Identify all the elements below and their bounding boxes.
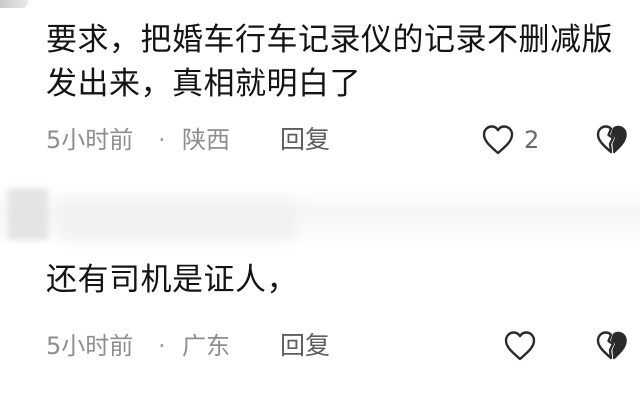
avatar-fragment bbox=[0, 0, 28, 8]
comment-text: 还有司机是证人， bbox=[46, 262, 298, 298]
like-button[interactable] bbox=[502, 328, 538, 364]
dislike-button[interactable] bbox=[594, 122, 630, 158]
broken-heart-icon bbox=[596, 331, 627, 360]
comment-text: 要求，把婚车行车记录仪的记录不删减版发出来，真相就明白了 bbox=[46, 22, 613, 102]
reply-button[interactable]: 回复 bbox=[280, 326, 330, 366]
blurred-username bbox=[60, 200, 296, 240]
like-count: 2 bbox=[524, 126, 540, 154]
reply-button[interactable]: 回复 bbox=[280, 120, 330, 160]
like-button[interactable] bbox=[480, 122, 516, 158]
comment-meta-row: 5小时前 · 广东 回复 bbox=[0, 326, 640, 366]
meta-separator: · bbox=[158, 332, 166, 360]
heart-outline-icon bbox=[504, 331, 536, 361]
comment-time: 5小时前 bbox=[46, 126, 134, 154]
comment-location: 陕西 bbox=[182, 126, 230, 154]
comment-time: 5小时前 bbox=[46, 332, 134, 360]
comment-meta-row: 5小时前 · 陕西 回复 2 bbox=[0, 120, 640, 160]
meta-separator: · bbox=[158, 126, 166, 154]
comment-item: 要求，把婚车行车记录仪的记录不删减版发出来，真相就明白了 5小时前 · 陕西 回… bbox=[0, 18, 640, 160]
heart-outline-icon bbox=[482, 125, 514, 155]
comment-location: 广东 bbox=[182, 332, 230, 360]
blurred-avatar bbox=[8, 188, 48, 240]
dislike-button[interactable] bbox=[594, 328, 630, 364]
comment-item: 还有司机是证人， 5小时前 · 广东 回复 bbox=[0, 258, 640, 366]
comment-section: 要求，把婚车行车记录仪的记录不删减版发出来，真相就明白了 5小时前 · 陕西 回… bbox=[0, 0, 640, 400]
broken-heart-icon bbox=[596, 125, 627, 154]
